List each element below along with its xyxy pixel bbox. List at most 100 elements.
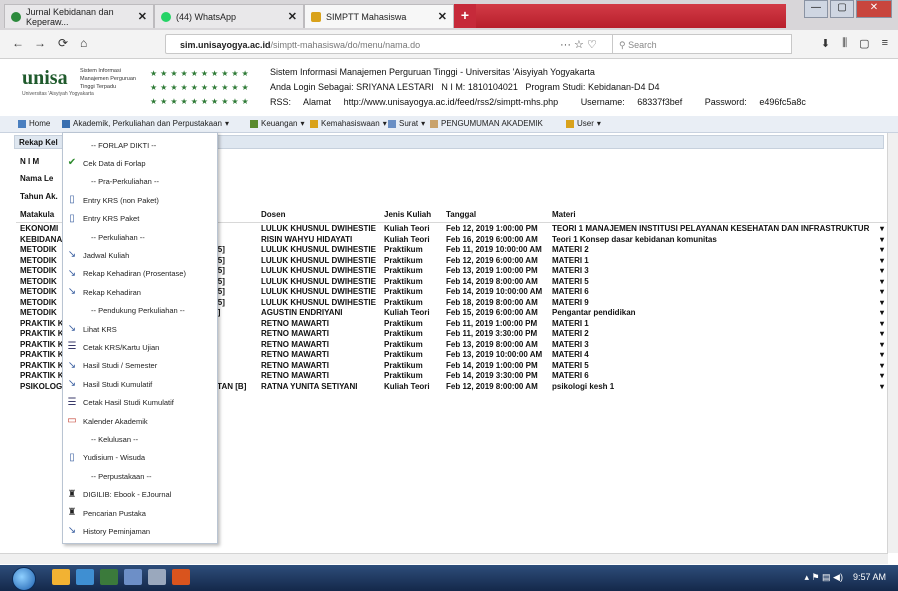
lecturer-cell: LULUK KHUSNUL DWIHESTIE [261,297,376,307]
menu-item-kalender-akademik[interactable]: ▭ Kalender Akademik [63,413,217,429]
menu-item-cetak-krs[interactable]: ☰ Cetak KRS/Kartu Ujian [63,339,217,355]
date-cell: Feb 15, 2019 6:00:00 AM [446,308,538,317]
type-cell: Kuliah Teori [384,234,430,244]
date-cell: Feb 14, 2019 8:00:00 AM [446,276,538,286]
forward-icon[interactable]: → [34,36,46,50]
type-cell: Praktikum [384,297,423,307]
menu-item-pencarian-pustaka[interactable]: ♜ Pencarian Pustaka [63,505,217,521]
taskbar-explorer-icon[interactable] [52,569,70,585]
menu-item-cetak-hasil-studi[interactable]: ☰ Cetak Hasil Studi Kumulatif [63,395,217,411]
menu-item-entry-krs-paket[interactable]: ▯ Entry KRS Paket [63,211,217,227]
menu-kemahasiswaan[interactable]: Kemahasiswaan ▾ [310,119,387,128]
menu-item-section-pra-perkuliahan: -- Pra-Perkuliahan -- [63,174,217,190]
star-icon [311,11,321,22]
taskbar-app-icon[interactable] [100,569,118,585]
start-button[interactable] [12,567,36,591]
back-icon[interactable]: ← [12,36,24,50]
home-icon [18,119,26,128]
home-icon[interactable]: ⌂ [80,36,87,50]
menu-item-entry-krs-non-paket[interactable]: ▯ Entry KRS (non Paket) [63,192,217,208]
clock[interactable]: 9:57 AM [853,572,886,583]
menu-item-cek-data-forlap[interactable]: ✔ Cek Data di Forlap [63,155,217,171]
maximize-button[interactable]: ▢ [830,0,854,18]
header-materi: Materi [552,210,576,219]
menu-item-section-perpustakaan: -- Perpustakaan -- [63,468,217,484]
taskbar-window-icon[interactable] [148,569,166,585]
type-cell: Kuliah Teori [384,308,430,317]
type-cell: Praktikum [384,318,423,328]
course-cell: METODIK [20,308,57,317]
menu-user[interactable]: User ▾ [566,119,601,128]
menu-item-icon: ▯ [69,451,75,463]
sidebar-icon[interactable]: ▢ [859,37,869,50]
tray-icons[interactable]: ▴ ⚑ ▤ ◀) [804,572,843,583]
lecturer-cell: RETNO MAWARTI [261,360,329,370]
vertical-scrollbar[interactable] [887,133,898,553]
menu-item-digilib[interactable]: ♜ DIGILIB: Ebook - EJournal [63,487,217,503]
menu-keuangan[interactable]: Keuangan ▾ [250,119,305,128]
tab-whatsapp[interactable]: (44) WhatsApp ✕ [154,4,304,28]
login-label: Anda Login Sebagai: [270,82,354,92]
menu-surat[interactable]: Surat ▾ [388,119,425,128]
search-input[interactable]: ⚲ Search [612,34,792,54]
library-icon[interactable]: ⫼ [842,37,847,50]
tab-label: Jurnal Kebidanan dan Keperaw... [26,6,114,27]
horizontal-scrollbar[interactable] [0,553,888,564]
menu-item-hasil-studi-semester[interactable]: ↘ Hasil Studi / Semester [63,358,217,374]
menu-item-icon: ↘ [67,249,77,261]
menu-item-lihat-krs[interactable]: ↘ Lihat KRS [63,321,217,337]
unisa-logo[interactable]: unisa [22,67,68,90]
menu-item-hasil-studi-kumulatif[interactable]: ↘ Hasil Studi Kumulatif [63,376,217,392]
download-icon[interactable]: ⬇ [821,37,830,50]
url-domain: sim.unisayogya.ac.id [180,40,271,50]
menu-item-icon: ↘ [67,286,77,298]
menu-item-section-kelulusan: -- Kelulusan -- [63,431,217,447]
course-cell: METODIK [20,276,57,286]
bookmark-icon[interactable]: ··· ☆ ♡ [560,38,597,51]
menu-item-label: Hasil Studi / Semester [83,361,158,371]
menu-item-jadwal-kuliah[interactable]: ↘ Jadwal Kuliah [63,247,217,263]
menu-item-history-peminjaman[interactable]: ↘ History Peminjaman [63,523,217,539]
new-tab-button[interactable]: + [454,4,476,28]
menu-pengumuman[interactable]: PENGUMUMAN AKADEMIK [430,119,543,128]
login-info: Anda Login Sebagai: SRIYANA LESTARI N I … [270,80,826,95]
decorative-stars: ★★★★★★★★★★ ★★★★★★★★★★ ★★★★★★★★★★ [150,69,252,106]
chevron-down-icon: ▾ [300,119,305,128]
menu-item-rekap-kehadiran[interactable]: ↘ Rekap Kehadiran [63,284,217,300]
menu-item-rekap-kehadiran-prosentase[interactable]: ↘ Rekap Kehadiran (Prosentase) [63,266,217,282]
chevron-down-icon: ▾ [224,119,229,128]
course-cell: METODIK [20,297,57,307]
nama-label: Nama Le [20,174,54,183]
close-window-button[interactable]: ✕ [856,0,892,18]
menu-item-label: -- FORLAP DIKTI -- [91,140,157,150]
menu-item-icon: ☰ [67,341,77,353]
menu-item-yudisium-wisuda[interactable]: ▯ Yudisium - Wisuda [63,450,217,466]
firefox-icon[interactable] [172,569,190,585]
taskbar-word-icon[interactable] [124,569,142,585]
user-icon [566,119,574,128]
rss-label: RSS: [270,97,292,107]
menu-akademik[interactable]: Akademik, Perkuliahan dan Perpustakaan ▾ [62,119,229,128]
chevron-down-icon: ▾ [596,119,601,128]
header-tanggal: Tanggal [446,210,477,219]
rss-url[interactable]: http://www.unisayogya.ac.id/feed/rss2/si… [344,97,559,107]
close-icon[interactable]: ✕ [438,10,447,23]
menu-home[interactable]: Home [18,119,50,128]
header-matakuliah: Matakula [20,210,55,219]
material-cell: MATERI 1 [552,318,589,328]
reload-icon[interactable]: ⟳ [58,36,68,50]
menu-icon[interactable]: ≡ [882,37,888,50]
close-icon[interactable]: ✕ [138,10,147,23]
course-cell: METODIK [20,287,57,296]
taskbar-media-icon[interactable] [76,569,94,585]
close-icon[interactable]: ✕ [288,10,297,23]
url-bar[interactable]: sim.unisayogya.ac.id/simptt-mahasiswa/do… [165,34,685,54]
date-cell: Feb 14, 2019 10:00:00 AM [446,287,543,296]
tab-jurnal[interactable]: Jurnal Kebidanan dan Keperaw... ✕ [4,4,154,28]
material-cell: TEORI 1 MANAJEMEN INSTITUSI PELAYANAN KE… [552,224,870,233]
material-cell: MATERI 9 [552,297,589,307]
minimize-button[interactable]: — [804,0,828,18]
tab-simptt[interactable]: SIMPTT Mahasiswa ✕ [304,4,454,28]
site-header: unisa Universitas 'Aisyiyah Yogyakarta S… [0,59,898,115]
akademik-dropdown-menu: -- FORLAP DIKTI -- ✔ Cek Data di Forlap -- … [62,132,218,544]
